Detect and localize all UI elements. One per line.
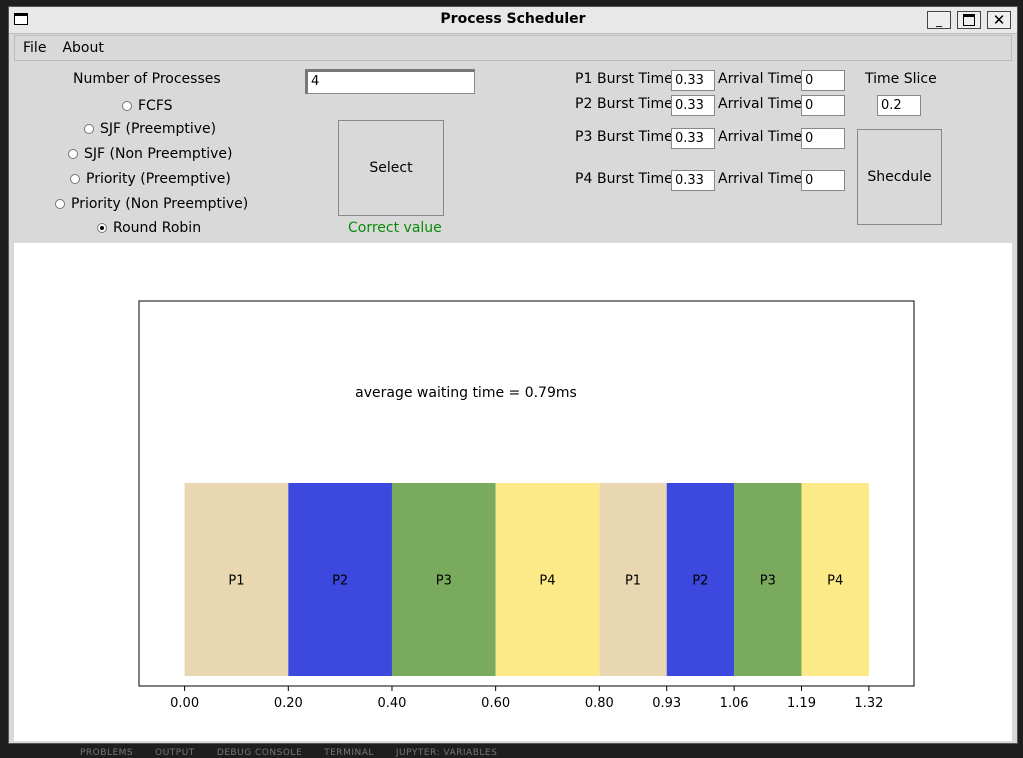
burst-label: Burst Time: [597, 129, 673, 145]
radio-label: Priority (Non Preemptive): [71, 196, 249, 212]
minimize-button[interactable]: _: [927, 11, 951, 29]
status-message: Correct value: [348, 220, 442, 236]
radio-label: SJF (Preemptive): [100, 121, 217, 137]
radio-label: Priority (Preemptive): [86, 171, 231, 187]
radio-round-robin[interactable]: Round Robin: [97, 220, 201, 236]
maximize-icon: [963, 14, 975, 26]
radio-dot: [68, 149, 78, 159]
bars-group: P1 P2 P3 P4 P1 P2 P3 P4: [184, 483, 869, 676]
radio-sjf-non-preemptive[interactable]: SJF (Non Preemptive): [68, 146, 232, 162]
xtick-label: 0.60: [481, 696, 510, 711]
bg-tab: DEBUG CONSOLE: [216, 748, 303, 758]
gantt-bar-label: P4: [539, 574, 555, 589]
menu-bar: File About: [14, 35, 1012, 61]
burst-input-p2[interactable]: 0.33: [671, 95, 715, 116]
gantt-bar-label: P2: [692, 574, 708, 589]
maximize-button[interactable]: [957, 11, 981, 29]
radio-label: SJF (Non Preemptive): [84, 146, 233, 162]
burst-label: Burst Time: [597, 96, 673, 112]
gantt-bar-label: P2: [332, 574, 348, 589]
radio-priority-preemptive[interactable]: Priority (Preemptive): [70, 171, 231, 187]
chart-title: average waiting time = 0.79ms: [355, 385, 577, 401]
arrival-input-p2[interactable]: 0: [801, 95, 845, 116]
gantt-bar-label: P3: [760, 574, 776, 589]
xtick-label: 1.06: [720, 696, 749, 711]
radio-label: Round Robin: [113, 220, 202, 236]
gantt-bar-label: P1: [625, 574, 641, 589]
process-name: P4: [575, 171, 593, 187]
num-processes-input[interactable]: 4: [305, 69, 475, 94]
process-name: P2: [575, 96, 593, 112]
xtick-label: 1.32: [854, 696, 883, 711]
bg-tab: PROBLEMS: [80, 748, 134, 758]
bg-tab: TERMINAL: [324, 748, 374, 758]
burst-input-p4[interactable]: 0.33: [671, 170, 715, 191]
xtick-label: 0.00: [170, 696, 199, 711]
radio-label: FCFS: [138, 98, 173, 114]
menu-file[interactable]: File: [15, 40, 54, 56]
xtick-label: 0.20: [274, 696, 303, 711]
radio-dot: [55, 199, 65, 209]
num-processes-label: Number of Processes: [73, 71, 221, 87]
bg-tab: OUTPUT: [155, 748, 195, 758]
time-slice-label: Time Slice: [865, 71, 937, 87]
gantt-canvas: average waiting time = 0.79ms P1 P2 P3 P4 P1…: [14, 243, 1012, 741]
radio-dot: [84, 124, 94, 134]
window-title: Process Scheduler: [440, 11, 586, 27]
xtick-label: 0.80: [585, 696, 614, 711]
arrival-label: Arrival Time: [718, 129, 803, 145]
xticks-group: 0.00 0.20 0.40 0.60 0.80 0.93 1.06 1.19 1.32: [170, 686, 883, 711]
burst-label: Burst Time: [597, 171, 673, 187]
close-button[interactable]: ✕: [987, 11, 1011, 29]
radio-dot-selected: [97, 223, 107, 233]
bg-tab: JUPYTER: VARIABLES: [395, 748, 498, 758]
select-button[interactable]: Select: [338, 120, 444, 216]
background-left: [0, 0, 8, 755]
app-window: Process Scheduler _ ✕ File About Number …: [8, 6, 1018, 744]
radio-priority-non-preemptive[interactable]: Priority (Non Preemptive): [55, 196, 248, 212]
process-name: P1: [575, 71, 593, 87]
burst-input-p3[interactable]: 0.33: [671, 128, 715, 149]
radio-dot: [70, 174, 80, 184]
gantt-bar-label: P4: [827, 574, 843, 589]
schedule-button[interactable]: Shecdule: [857, 129, 942, 225]
arrival-label: Arrival Time: [718, 171, 803, 187]
burst-input-p1[interactable]: 0.33: [671, 70, 715, 91]
background-tabs: PROBLEMS OUTPUT DEBUG CONSOLE TERMINAL J…: [80, 748, 497, 758]
radio-fcfs[interactable]: FCFS: [122, 98, 173, 114]
gantt-bar-label: P1: [228, 574, 244, 589]
arrival-input-p4[interactable]: 0: [801, 170, 845, 191]
arrival-input-p3[interactable]: 0: [801, 128, 845, 149]
title-bar[interactable]: Process Scheduler _ ✕: [9, 7, 1017, 34]
radio-dot: [122, 101, 132, 111]
time-slice-input[interactable]: 0.2: [877, 95, 921, 116]
arrival-label: Arrival Time: [718, 96, 803, 112]
menu-about[interactable]: About: [54, 40, 111, 56]
xtick-label: 0.40: [378, 696, 407, 711]
burst-label: Burst Time: [597, 71, 673, 87]
arrival-label: Arrival Time: [718, 71, 803, 87]
xtick-label: 1.19: [787, 696, 816, 711]
radio-sjf-preemptive[interactable]: SJF (Preemptive): [84, 121, 216, 137]
arrival-input-p1[interactable]: 0: [801, 70, 845, 91]
close-icon: ✕: [992, 11, 1006, 29]
minimize-icon: _: [936, 13, 942, 27]
process-name: P3: [575, 129, 593, 145]
gantt-chart: average waiting time = 0.79ms P1 P2 P3 P4 P1…: [138, 300, 915, 711]
gantt-bar-label: P3: [436, 574, 452, 589]
xtick-label: 0.93: [652, 696, 681, 711]
